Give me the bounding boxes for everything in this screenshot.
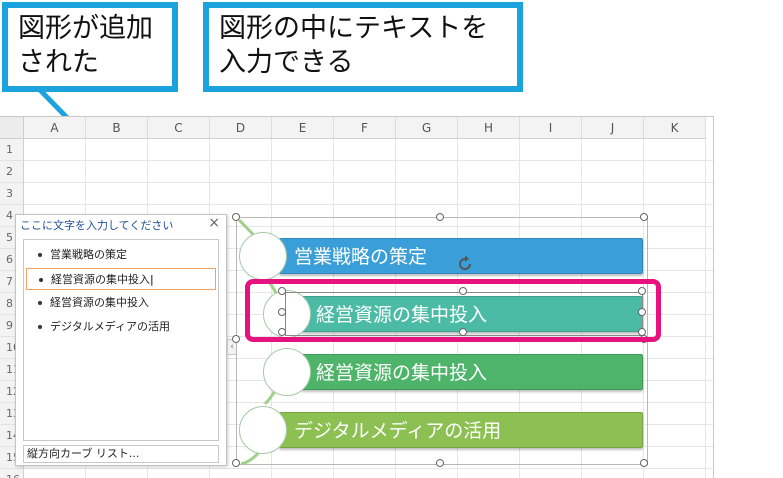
layout-name-link[interactable]: 縦方向カーブ リスト... xyxy=(23,445,219,463)
grid-line xyxy=(24,182,713,183)
shape-text[interactable]: デジタルメディアの活用 xyxy=(280,420,501,442)
smartart-shape-4[interactable]: デジタルメディアの活用 xyxy=(279,412,643,448)
column-header[interactable]: K xyxy=(644,117,706,139)
resize-handle[interactable] xyxy=(640,459,648,467)
grid-line xyxy=(705,139,706,478)
bullet-icon xyxy=(39,278,43,282)
grid-line xyxy=(24,204,713,205)
resize-handle[interactable] xyxy=(232,459,240,467)
resize-handle[interactable] xyxy=(436,459,444,467)
select-all-corner[interactable] xyxy=(0,117,24,139)
shape-text[interactable]: 営業戦略の策定 xyxy=(280,246,427,268)
list-item-text: 経営資源の集中投入 xyxy=(50,296,149,309)
bullet-icon xyxy=(38,325,42,329)
highlight-frame xyxy=(245,279,661,342)
column-header[interactable]: I xyxy=(520,117,582,139)
text-pane-title: ここに文字を入力してください xyxy=(20,219,174,232)
bullet-icon xyxy=(38,301,42,305)
rotate-handle-icon[interactable] xyxy=(455,254,475,274)
list-item[interactable]: デジタルメディアの活用 xyxy=(26,316,216,338)
column-header[interactable]: F xyxy=(334,117,396,139)
grid-line xyxy=(24,468,713,469)
list-item-selected[interactable]: 経営資源の集中投入| xyxy=(26,268,216,290)
list-item[interactable]: 営業戦略の策定 xyxy=(26,244,216,266)
resize-handle[interactable] xyxy=(232,213,240,221)
resize-handle[interactable] xyxy=(436,213,444,221)
list-item[interactable]: 経営資源の集中投入 xyxy=(26,292,216,314)
resize-handle[interactable] xyxy=(640,213,648,221)
row-header[interactable]: 2 xyxy=(0,161,24,183)
column-header[interactable]: A xyxy=(24,117,86,139)
shape-circle[interactable] xyxy=(239,406,287,454)
row-header[interactable]: 3 xyxy=(0,183,24,205)
shape-circle[interactable] xyxy=(239,232,287,280)
column-header[interactable]: J xyxy=(582,117,644,139)
shape-text[interactable]: 経営資源の集中投入 xyxy=(302,362,487,384)
grid-line xyxy=(24,160,713,161)
column-header[interactable]: G xyxy=(396,117,458,139)
column-header[interactable]: B xyxy=(86,117,148,139)
column-header[interactable]: C xyxy=(148,117,210,139)
column-header[interactable]: H xyxy=(458,117,520,139)
list-item-text: 営業戦略の策定 xyxy=(50,248,127,261)
shape-circle[interactable] xyxy=(263,348,311,396)
column-header[interactable]: E xyxy=(272,117,334,139)
close-icon[interactable]: × xyxy=(208,215,220,231)
list-item-text: デジタルメディアの活用 xyxy=(50,320,171,333)
bullet-icon xyxy=(38,253,42,257)
text-pane-list[interactable]: 営業戦略の策定 経営資源の集中投入| 経営資源の集中投入 デジタルメディアの活用 xyxy=(23,239,219,441)
column-header[interactable]: D xyxy=(210,117,272,139)
smartart-text-pane[interactable]: ここに文字を入力してください × 営業戦略の策定 経営資源の集中投入| 経営資源… xyxy=(15,214,227,466)
row-header[interactable]: 1 xyxy=(0,139,24,161)
resize-handle[interactable] xyxy=(232,335,240,343)
list-item-text: 経営資源の集中投入 xyxy=(51,273,150,286)
smartart-shape-3[interactable]: 経営資源の集中投入 xyxy=(301,354,643,390)
